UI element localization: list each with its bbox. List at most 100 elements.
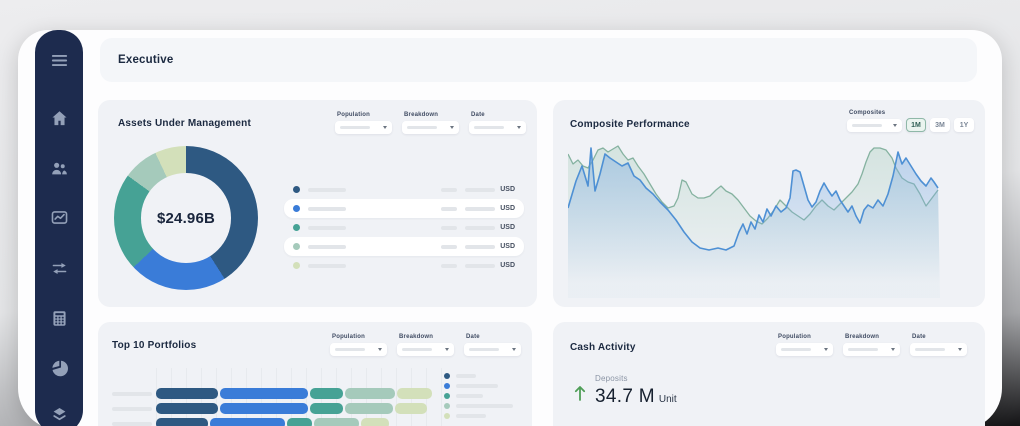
filter-group-population: Population <box>330 334 387 356</box>
bar-segment <box>287 418 312 426</box>
population-select[interactable] <box>330 343 387 356</box>
cash-card-title: Cash Activity <box>570 342 636 353</box>
legend-value-placeholder <box>465 264 495 268</box>
legend-name-placeholder <box>308 264 346 268</box>
chevron-down-icon <box>958 348 962 351</box>
card-top-10-portfolios: Top 10 Portfolios PopulationBreakdownDat… <box>98 322 532 426</box>
chevron-down-icon <box>517 126 521 129</box>
population-select[interactable] <box>776 343 833 356</box>
breakdown-select[interactable] <box>402 121 459 134</box>
performance-icon[interactable] <box>49 207 69 227</box>
aum-legend-row[interactable]: USD <box>284 199 524 218</box>
legend-name-placeholder <box>308 226 346 230</box>
portfolios-legend-item <box>444 413 513 419</box>
portfolios-legend-item <box>444 403 513 409</box>
portfolio-bar-row <box>112 418 448 426</box>
composite-card-title: Composite Performance <box>570 119 690 130</box>
select-placeholder <box>402 348 432 351</box>
layers-icon[interactable] <box>49 404 69 424</box>
home-icon[interactable] <box>49 108 69 128</box>
aum-filter-bar: Population Breakdown Date <box>335 112 526 134</box>
select-placeholder <box>469 348 499 351</box>
filter-group-date: Date <box>469 112 526 134</box>
chevron-down-icon <box>893 124 897 127</box>
aum-legend: USD USD USD USD USD <box>284 180 524 275</box>
filter-label: Population <box>337 112 392 118</box>
chevron-down-icon <box>445 348 449 351</box>
clients-icon[interactable] <box>49 158 69 178</box>
filter-group-breakdown: Breakdown <box>397 334 454 356</box>
range-button-3m[interactable]: 3M <box>930 118 950 132</box>
legend-dot <box>293 262 300 269</box>
legend-value-placeholder <box>441 245 457 249</box>
deposits-value: 34.7 M <box>595 386 655 408</box>
currency-label: USD <box>500 262 515 269</box>
chevron-down-icon <box>383 126 387 129</box>
aum-donut-chart: $24.96B <box>114 146 258 290</box>
performance-line-chart <box>568 136 940 298</box>
aum-legend-row[interactable]: USD <box>284 218 524 237</box>
select-placeholder <box>915 348 945 351</box>
filter-group-population: Population <box>776 334 833 356</box>
portfolio-label-placeholder <box>112 422 152 426</box>
legend-name-placeholder <box>456 384 498 388</box>
date-select[interactable] <box>464 343 521 356</box>
breakdown-select[interactable] <box>397 343 454 356</box>
bar-segment <box>314 418 359 426</box>
currency-label: USD <box>500 224 515 231</box>
aum-legend-row[interactable]: USD <box>284 256 524 275</box>
bar-segment <box>395 403 427 414</box>
date-select[interactable] <box>910 343 967 356</box>
range-button-1m[interactable]: 1M <box>906 118 926 132</box>
transfers-icon[interactable] <box>49 258 69 278</box>
filter-label: Date <box>466 334 521 340</box>
portfolio-bar-row <box>112 403 448 414</box>
legend-name-placeholder <box>308 245 346 249</box>
range-button-1y[interactable]: 1Y <box>954 118 974 132</box>
bar-segment <box>310 388 343 399</box>
legend-value-placeholder <box>441 188 457 192</box>
aum-legend-row[interactable]: USD <box>284 237 524 256</box>
card-assets-under-management: Assets Under Management Population Breakd… <box>98 100 537 307</box>
dashboard-stage: Executive Assets Under Management Popula… <box>0 0 1020 426</box>
legend-name-placeholder <box>308 207 346 211</box>
chevron-down-icon <box>891 348 895 351</box>
legend-value-placeholder <box>465 188 495 192</box>
filter-label: Breakdown <box>404 112 459 118</box>
date-select[interactable] <box>469 121 526 134</box>
composites-select[interactable] <box>847 119 902 132</box>
portfolios-filter-bar: Population Breakdown Date <box>330 334 521 356</box>
bar-segment <box>220 403 308 414</box>
select-placeholder <box>407 126 437 129</box>
bar-segment <box>210 418 285 426</box>
filter-label: Breakdown <box>845 334 900 340</box>
filter-group-population: Population <box>335 112 392 134</box>
legend-dot <box>293 186 300 193</box>
aum-total-value: $24.96B <box>157 210 215 227</box>
menu-icon[interactable] <box>49 50 69 70</box>
legend-dot <box>444 373 450 379</box>
breakdown-select[interactable] <box>843 343 900 356</box>
portfolio-label-placeholder <box>112 407 152 411</box>
legend-dot <box>444 413 450 419</box>
portfolio-label-placeholder <box>112 392 152 396</box>
filter-group-breakdown: Breakdown <box>843 334 900 356</box>
analytics-pie-icon[interactable] <box>49 358 69 378</box>
filter-label: Breakdown <box>399 334 454 340</box>
page-header: Executive <box>100 38 977 82</box>
aum-legend-row[interactable]: USD <box>284 180 524 199</box>
aum-donut-hole: $24.96B <box>141 173 230 262</box>
legend-name-placeholder <box>456 414 486 418</box>
bar-segment <box>156 403 218 414</box>
aum-card-title: Assets Under Management <box>118 118 251 129</box>
population-select[interactable] <box>335 121 392 134</box>
calculator-icon[interactable] <box>49 308 69 328</box>
bar-segment <box>310 403 343 414</box>
select-placeholder <box>474 126 504 129</box>
bar-segment <box>156 388 218 399</box>
composites-filter-label: Composites <box>849 110 902 116</box>
legend-dot <box>293 224 300 231</box>
card-cash-activity: Cash Activity PopulationBreakdownDate De… <box>553 322 985 426</box>
portfolios-legend <box>444 373 513 423</box>
chevron-down-icon <box>824 348 828 351</box>
